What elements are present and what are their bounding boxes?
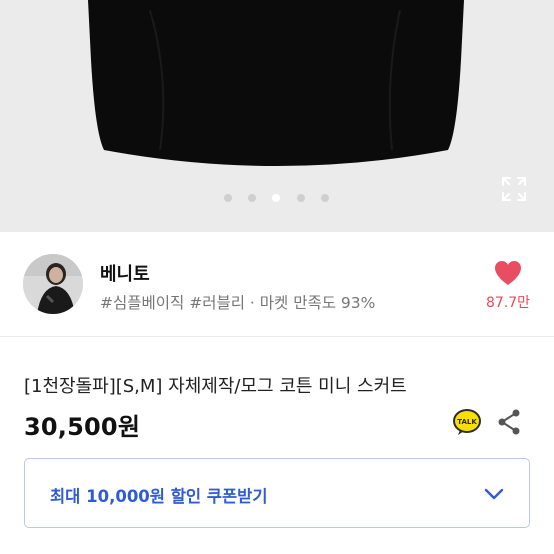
- avatar-image: [23, 254, 83, 314]
- coupon-button[interactable]: 최대 10,000원 할인 쿠폰받기: [24, 458, 530, 528]
- seller-name[interactable]: 베니토: [100, 260, 150, 286]
- talk-label: TALK: [457, 418, 477, 426]
- coupon-label: 최대 10,000원 할인 쿠폰받기: [50, 487, 268, 506]
- product-image-gallery[interactable]: [0, 0, 554, 232]
- seller-tags: #심플베이직 #러블리 · 마켓 만족도 93%: [100, 294, 376, 312]
- product-title: [1천장돌파][S,M] 자체제작/모그 코튼 미니 스커트: [24, 376, 407, 397]
- gallery-dot[interactable]: [321, 194, 329, 202]
- expand-icon[interactable]: [501, 176, 527, 202]
- heart-icon[interactable]: [493, 259, 523, 287]
- gallery-pagination: [0, 194, 554, 204]
- seller-profile[interactable]: 베니토 #심플베이직 #러블리 · 마켓 만족도 93% 87.7만: [0, 232, 554, 336]
- gallery-dot-active[interactable]: [272, 194, 280, 202]
- product-price: 30,500원: [24, 413, 141, 441]
- gallery-dot[interactable]: [297, 194, 305, 202]
- gallery-dot[interactable]: [224, 194, 232, 202]
- like-count: 87.7만: [485, 295, 531, 311]
- share-icon[interactable]: [495, 408, 523, 436]
- kakaotalk-icon[interactable]: TALK: [452, 408, 482, 436]
- gallery-dot[interactable]: [248, 194, 256, 202]
- divider: [0, 336, 554, 337]
- avatar[interactable]: [23, 254, 83, 314]
- chevron-down-icon: [484, 488, 504, 500]
